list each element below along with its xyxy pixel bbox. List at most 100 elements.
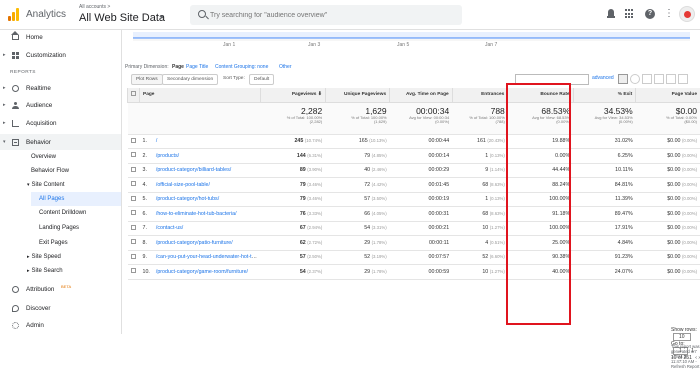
dimension-page-title[interactable]: Page Title	[186, 64, 208, 70]
row-checkbox[interactable]	[128, 236, 140, 251]
chevron-right-icon: ▸	[3, 120, 6, 126]
notifications-bell-icon[interactable]	[606, 9, 616, 19]
plot-rows-button[interactable]: Plot Rows	[131, 74, 163, 85]
col-entrances[interactable]: Entrances	[452, 88, 508, 102]
avatar[interactable]	[679, 6, 695, 22]
select-all-checkbox[interactable]	[128, 88, 140, 102]
sidebar-item-behavior[interactable]: ▾ Behavior	[0, 134, 121, 150]
row-checkbox[interactable]	[128, 221, 140, 236]
sidebar-sub-overview[interactable]: Overview	[31, 151, 56, 163]
search-input[interactable]	[210, 6, 450, 24]
sidebar-sub-behavior-flow[interactable]: Behavior Flow	[31, 165, 69, 177]
table-row[interactable]: 9./can-you-put-your-head-underwater-hot-…	[128, 250, 700, 265]
table-row[interactable]: 3./product-category/billiard-tables/89 (…	[128, 163, 700, 178]
page-link[interactable]: /official-size-pool-table/	[156, 182, 210, 188]
row-checkbox[interactable]	[128, 192, 140, 207]
page-link[interactable]: /products/	[156, 153, 179, 159]
row-checkbox[interactable]	[128, 207, 140, 222]
rows-per-page-select[interactable]: 10	[673, 333, 691, 341]
col-avg-time[interactable]: Avg. Time on Page	[390, 88, 453, 102]
sidebar-item-discover[interactable]: Discover	[0, 301, 121, 315]
col-unique-pageviews[interactable]: Unique Pageviews	[325, 88, 389, 102]
exit-value: 91.23%	[573, 250, 636, 265]
row-index: 9.	[140, 250, 153, 265]
page-link[interactable]: /product-category/patio-furniture/	[156, 240, 233, 246]
sidebar-item-home[interactable]: Home	[0, 30, 121, 44]
sidebar-item-admin[interactable]: Admin	[0, 318, 121, 332]
unique-pageviews-pct: (1.78%)	[372, 269, 387, 274]
row-checkbox[interactable]	[128, 250, 140, 265]
account-breadcrumb[interactable]: All accounts >	[79, 4, 110, 10]
comparison-view-icon[interactable]	[654, 74, 664, 84]
entrances-pct: (0.13%)	[490, 196, 505, 201]
pie-view-icon[interactable]	[630, 74, 640, 84]
dimension-page[interactable]: Page	[172, 64, 184, 70]
row-checkbox[interactable]	[128, 265, 140, 280]
sidebar-item-attribution[interactable]: Attribution BETA	[0, 282, 121, 296]
totals-row: 2,282% of Total: 100.00%(2,282) 1,629% o…	[128, 102, 700, 134]
row-index: 10.	[140, 265, 153, 280]
page-link[interactable]: /can-you-put-your-head-underwater-hot-tu…	[156, 254, 259, 260]
col-page-value[interactable]: Page Value	[636, 88, 700, 102]
page-link[interactable]: /product-category/hot-tubs/	[156, 196, 219, 202]
page-link[interactable]: /how-to-eliminate-hot-tub-bacteria/	[156, 211, 237, 217]
sidebar-sub-all-pages[interactable]: All Pages	[31, 192, 121, 206]
advanced-filter-link[interactable]: advanced	[592, 75, 614, 81]
data-table-view-icon[interactable]	[618, 74, 628, 84]
table-row[interactable]: 2./products/144 (6.31%)79 (4.85%)00:00:1…	[128, 149, 700, 164]
table-row[interactable]: 4./official-size-pool-table/79 (3.46%)72…	[128, 178, 700, 193]
header-label: Pageviews	[292, 92, 317, 97]
table-row[interactable]: 7./contact-us/67 (2.94%)54 (3.31%)00:00:…	[128, 221, 700, 236]
row-checkbox[interactable]	[128, 134, 140, 149]
sidebar-sub-landing-pages[interactable]: Landing Pages	[39, 222, 79, 234]
pageviews-value: 245	[294, 138, 303, 144]
page-link[interactable]: /contact-us/	[156, 225, 183, 231]
performance-view-icon[interactable]	[642, 74, 652, 84]
page-value-pct: (0.00%)	[682, 254, 697, 259]
pivot-view-icon[interactable]	[678, 74, 688, 84]
primary-dimension-label: Primary Dimension:	[125, 64, 169, 70]
table-row[interactable]: 6./how-to-eliminate-hot-tub-bacteria/76 …	[128, 207, 700, 222]
col-exit[interactable]: % Exit	[573, 88, 636, 102]
sidebar-item-label: Site Speed	[32, 254, 61, 260]
page-link[interactable]: /product-category/game-room/furniture/	[156, 269, 248, 275]
col-page[interactable]: Page	[140, 88, 261, 102]
help-icon[interactable]: ?	[645, 9, 655, 19]
analytics-logo-icon[interactable]	[8, 8, 19, 21]
term-cloud-view-icon[interactable]	[666, 74, 676, 84]
sidebar-sub-site-search[interactable]: ▸ Site Search	[27, 265, 63, 277]
dimension-other[interactable]: Other	[279, 64, 292, 70]
page-link[interactable]: /	[156, 138, 157, 144]
sidebar-sub-site-content[interactable]: ▾ Site Content	[27, 179, 65, 191]
table-row[interactable]: 10./product-category/game-room/furniture…	[128, 265, 700, 280]
sidebar-item-acquisition[interactable]: ▸ Acquisition	[0, 116, 121, 130]
sidebar-sub-site-speed[interactable]: ▸ Site Speed	[27, 251, 61, 263]
page-link[interactable]: /product-category/billiard-tables/	[156, 167, 231, 173]
row-index: 7.	[140, 221, 153, 236]
sidebar-item-label: Customization	[26, 52, 66, 59]
row-checkbox[interactable]	[128, 163, 140, 178]
chevron-down-icon[interactable]: ▾	[160, 13, 164, 21]
sort-type-dropdown[interactable]: Default	[249, 74, 274, 85]
apps-grid-icon[interactable]	[625, 9, 635, 19]
row-checkbox[interactable]	[128, 178, 140, 193]
col-pageviews[interactable]: Pageviews ⬇	[261, 88, 325, 102]
account-selector[interactable]: All Web Site Data	[79, 12, 165, 24]
dimension-content-grouping[interactable]: Content Grouping: none	[215, 64, 268, 70]
sidebar-item-label: Discover	[26, 305, 51, 312]
more-vertical-icon[interactable]: ⋮	[664, 9, 674, 19]
sidebar-sub-exit-pages[interactable]: Exit Pages	[39, 237, 68, 249]
secondary-dimension-dropdown[interactable]: Secondary dimension	[162, 74, 218, 85]
page-value-value: $0.00	[667, 182, 680, 188]
row-checkbox[interactable]	[128, 149, 140, 164]
table-row[interactable]: 8./product-category/patio-furniture/62 (…	[128, 236, 700, 251]
page-value-value: $0.00	[667, 269, 680, 275]
sidebar-item-customization[interactable]: ▸ Customization	[0, 48, 121, 62]
sidebar-item-audience[interactable]: ▸ Audience	[0, 98, 121, 112]
sidebar-sub-content-drilldown[interactable]: Content Drilldown	[39, 207, 86, 219]
sidebar-item-realtime[interactable]: ▸ Realtime	[0, 81, 121, 95]
table-row[interactable]: 5./product-category/hot-tubs/79 (3.46%)5…	[128, 192, 700, 207]
table-row[interactable]: 1./245 (10.74%)165 (10.13%)00:00:44161 (…	[128, 134, 700, 149]
pageviews-pct: (3.46%)	[307, 196, 322, 201]
search-box[interactable]	[190, 5, 462, 25]
